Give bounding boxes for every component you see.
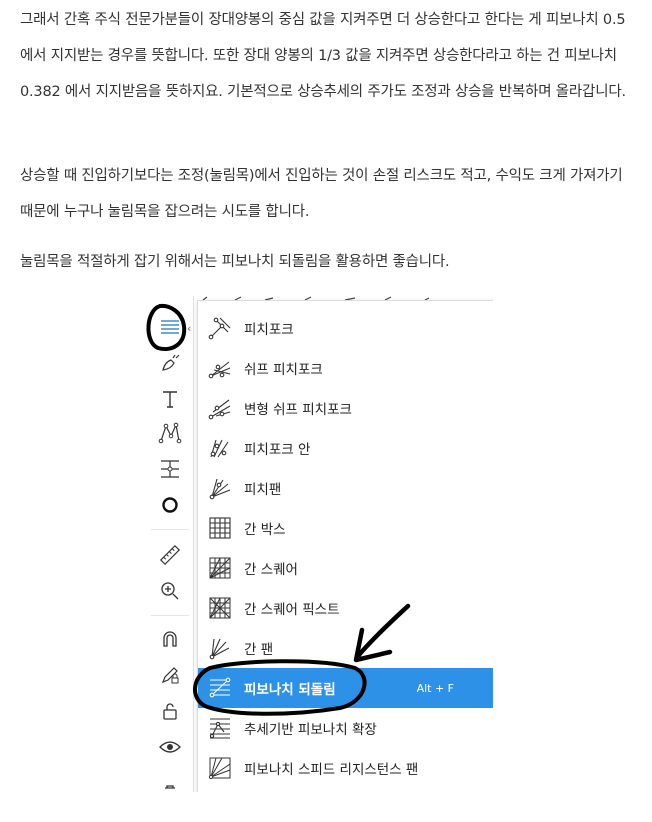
menu-item-fib-speed-fan[interactable]: 피보나치 스피드 리지스턴스 팬 <box>198 748 493 788</box>
circle-shape-icon[interactable] <box>155 490 185 520</box>
fib-speed-fan-icon <box>206 754 234 782</box>
gann-box-icon <box>206 514 234 542</box>
menu-item-pitchfork[interactable]: 피치포크 <box>198 308 493 348</box>
eye-icon[interactable] <box>155 732 185 762</box>
chevron-left-icon[interactable]: ‹ <box>187 322 191 335</box>
menu-item-gann-box[interactable]: 간 박스 <box>198 508 493 548</box>
schiff-pitchfork-icon <box>206 354 234 382</box>
menu-item-modified-schiff-pitchfork[interactable]: 변형 쉬프 피치포크 <box>198 388 493 428</box>
modified-schiff-pitchfork-icon <box>206 394 234 422</box>
menu-item-gann-fan[interactable]: 간 팬 <box>198 628 493 668</box>
menu-item-trend-fib-extension[interactable]: 추세기반 피보나치 확장 <box>198 708 493 748</box>
trend-fib-extension-icon <box>206 714 234 742</box>
menu-item-gann-square-fixed[interactable]: 간 스퀘어 픽스트 <box>198 588 493 628</box>
lock-pencil-icon[interactable] <box>155 660 185 690</box>
paragraph: 눌림목을 적절하게 잡기 위해서는 피보나치 되돌림을 활용하면 좋습니다. <box>20 254 450 270</box>
prediction-icon[interactable] <box>155 454 185 484</box>
drawing-tools-menu: 피치포크 쉬프 피치포크 변형 쉬프 피치포크 피치포크 안 피치팬 간 박스 … <box>197 300 493 792</box>
paragraph: 그래서 간혹 주식 전문가분들이 장대양봉의 중심 값을 지켜주면 더 상승한다… <box>20 12 626 100</box>
text-tool-icon[interactable] <box>155 384 185 414</box>
menu-item-gann-square[interactable]: 간 스퀘어 <box>198 548 493 588</box>
gann-square-icon <box>206 554 234 582</box>
embedded-screenshot: ‹ 피치포크 쉬프 피치포크 변형 쉬프 피치포크 피치포크 안 피치팬 간 박… <box>147 296 493 792</box>
paragraph: 상승할 때 진입하기보다는 조정(눌림목)에서 진입하는 것이 손절 리스크도 … <box>20 168 623 220</box>
shortcut-label: Alt + F <box>416 681 454 695</box>
brush-icon[interactable] <box>155 348 185 378</box>
ruler-icon[interactable] <box>155 540 185 570</box>
pitchfork-icon <box>206 314 234 342</box>
trash-icon[interactable] <box>155 776 185 792</box>
menu-item-schiff-pitchfork[interactable]: 쉬프 피치포크 <box>198 348 493 388</box>
menu-item-fib-retracement[interactable]: 피보나치 되돌림 Alt + F <box>198 668 493 708</box>
inside-pitchfork-icon <box>206 434 234 462</box>
menu-item-pitchfan[interactable]: 피치팬 <box>198 468 493 508</box>
fib-retracement-icon <box>206 674 234 702</box>
drawing-toolbar: ‹ <box>147 296 194 792</box>
unlock-icon[interactable] <box>155 696 185 726</box>
zoom-in-icon[interactable] <box>155 576 185 606</box>
gann-square-fixed-icon <box>206 594 234 622</box>
gann-fan-icon <box>206 634 234 662</box>
pitchfan-icon <box>206 474 234 502</box>
magnet-icon[interactable] <box>155 624 185 654</box>
menu-item-inside-pitchfork[interactable]: 피치포크 안 <box>198 428 493 468</box>
pattern-icon[interactable] <box>155 418 185 448</box>
fib-tools-icon[interactable] <box>155 312 185 342</box>
